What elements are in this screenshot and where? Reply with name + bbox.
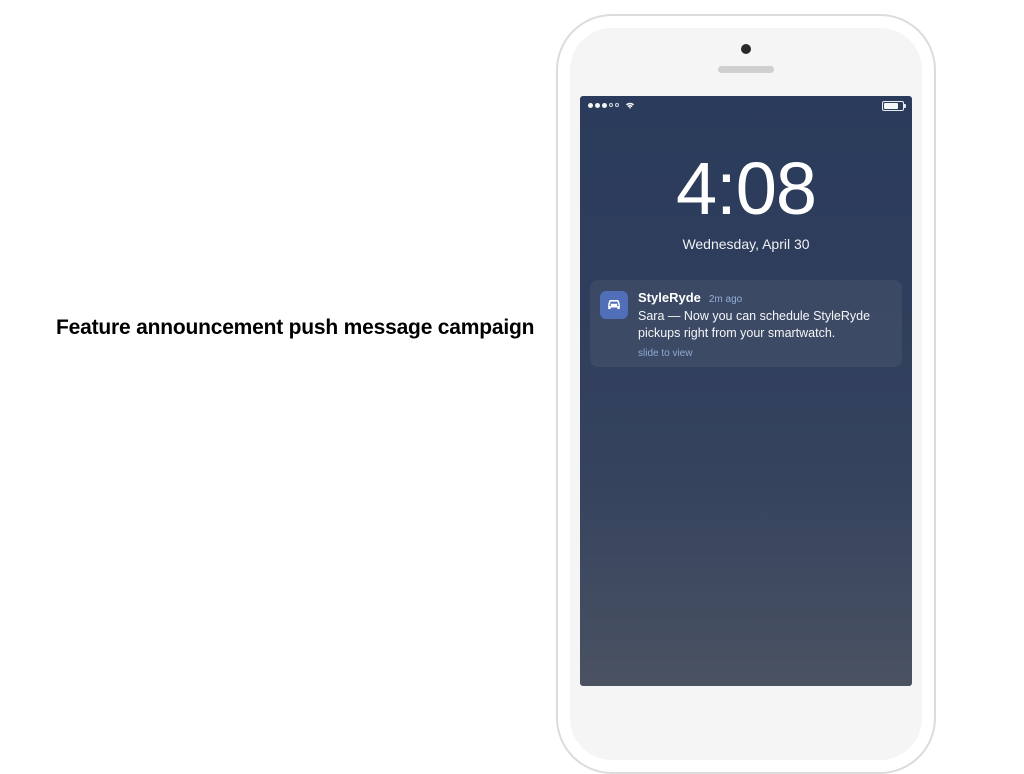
- lock-time: 4:08: [580, 152, 912, 226]
- notification-header: StyleRyde 2m ago: [638, 290, 892, 305]
- phone-camera-dot: [741, 44, 751, 54]
- wifi-icon: [624, 101, 636, 110]
- status-right-group: [882, 101, 904, 111]
- notification-message: Sara — Now you can schedule StyleRyde pi…: [638, 308, 892, 342]
- battery-fill: [884, 103, 898, 109]
- notification-body: StyleRyde 2m ago Sara — Now you can sche…: [638, 290, 892, 359]
- slide-caption: Feature announcement push message campai…: [56, 316, 534, 340]
- push-notification[interactable]: StyleRyde 2m ago Sara — Now you can sche…: [590, 280, 902, 367]
- battery-icon: [882, 101, 904, 111]
- notification-app-name: StyleRyde: [638, 290, 701, 305]
- notification-app-icon: [600, 291, 628, 319]
- notification-slide-hint[interactable]: slide to view: [638, 348, 892, 359]
- status-left-group: [588, 101, 636, 110]
- car-icon: [604, 295, 624, 315]
- status-bar: [580, 96, 912, 118]
- phone-speaker-slot: [718, 66, 774, 73]
- phone-device-frame: 4:08 Wednesday, April 30 StyleRyde 2m ag…: [556, 14, 936, 774]
- cellular-signal-icon: [588, 103, 619, 108]
- lock-date: Wednesday, April 30: [580, 236, 912, 252]
- phone-lock-screen: 4:08 Wednesday, April 30 StyleRyde 2m ag…: [580, 96, 912, 686]
- notification-timestamp: 2m ago: [709, 294, 742, 305]
- lock-clock-area: 4:08 Wednesday, April 30: [580, 152, 912, 252]
